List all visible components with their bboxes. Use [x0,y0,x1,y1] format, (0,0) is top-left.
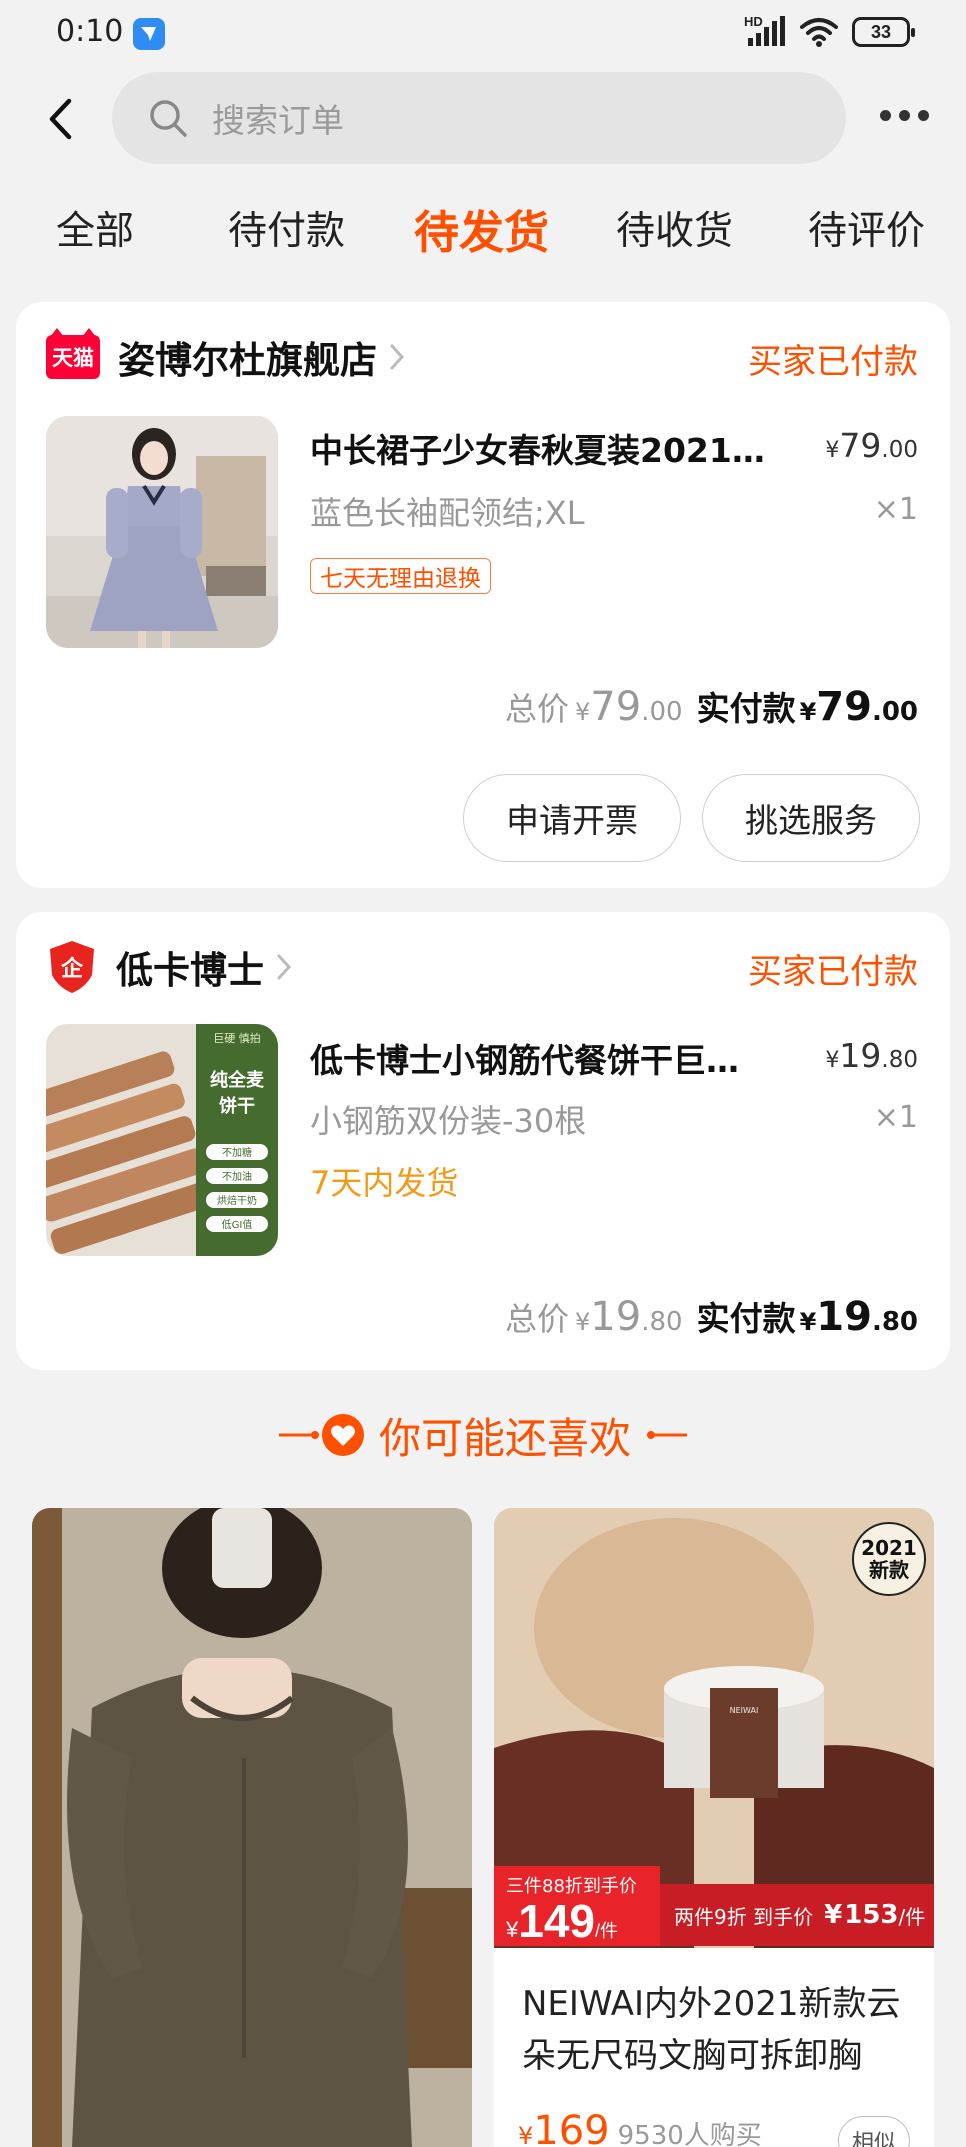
arrow-decoration-icon [647,1431,687,1439]
promo-main-price: 三件88折到手价 ¥149/件 [494,1866,660,1947]
recommend-product-price: ¥169 9530人购买 [518,2108,762,2147]
more-options-button[interactable] [880,110,929,121]
more-dot-icon [880,110,891,121]
recommend-product-name: NEIWAI内外2021新款云朵无尺码文胸可拆卸胸 [522,1984,901,2076]
recommend-header: 你可能还喜欢 [0,1400,966,1470]
search-icon [150,100,187,137]
svg-text:NEIWAI: NEIWAI [730,1706,759,1715]
paid-label: 实付款 [696,689,796,728]
status-time: 0:10 [56,14,124,49]
chevron-left-icon [49,98,72,140]
product-thumbnail[interactable]: 巨硬 慎拍 纯全麦 饼干 不加糖 不加油 烘焙干奶 低GI值 [46,1024,278,1256]
return-policy-tag: 七天无理由退换 [310,558,491,594]
svg-text:低GI值: 低GI值 [222,1218,253,1231]
svg-text:不加油: 不加油 [222,1170,252,1183]
promo-price-bar: 三件88折到手价 ¥149/件 两件9折 到手价 ¥153/件 [494,1866,934,1947]
shop-link[interactable]: 企 低卡博士 [46,941,292,993]
status-indicators: HD 33 [744,14,915,48]
heart-icon [321,1414,364,1456]
paid-value: ¥79.00 [799,684,918,730]
shipping-note: 7天内发货 [310,1164,459,1202]
shop-name: 姿博尔杜旗舰店 [118,339,377,382]
select-service-button[interactable]: 挑选服务 [702,774,920,862]
order-total: 总价 ¥79.00 实付款 ¥79.00 [505,682,918,730]
shop-link[interactable]: 天猫 姿博尔杜旗舰店 [46,328,405,382]
svg-text:饼干: 饼干 [219,1095,255,1117]
product-price: ¥79.00 [825,426,918,465]
tab-pending-review[interactable]: 待评价 [808,200,925,256]
product-price: ¥19.80 [825,1036,918,1075]
product-sku: 小钢筋双份装-30根 [310,1102,587,1140]
wifi-icon [800,18,838,47]
product-title[interactable]: 中长裙子少女春秋夏装2021… [310,424,790,472]
product-thumbnail[interactable] [46,416,278,648]
product-quantity: ×1 [873,1100,918,1135]
recommend-title: 你可能还喜欢 [378,1413,631,1463]
status-bar: 0:10 HD 33 [0,0,966,70]
order-total: 总价 ¥19.80 实付款 ¥19.80 [505,1292,918,1340]
battery-icon: 33 [852,17,915,47]
tab-pending-shipment[interactable]: 待发货 [414,196,549,261]
svg-text:不加糖: 不加糖 [222,1146,252,1159]
total-label: 总价 [505,1300,570,1338]
header: 搜索订单 [0,70,966,168]
promo-secondary-price: 两件9折 到手价 ¥153/件 [660,1884,934,1946]
chevron-right-icon [277,954,292,980]
total-label: 总价 [505,690,570,728]
cellular-signal-icon: HD [744,14,786,48]
total-value: ¥79.00 [575,684,683,730]
order-card: 天猫 姿博尔杜旗舰店 买家已付款 中长裙子少女春秋夏装2021… ¥79.00 … [16,302,950,888]
tab-pending-receipt[interactable]: 待收货 [616,200,733,256]
svg-text:巨硬 慎拍: 巨硬 慎拍 [213,1031,261,1045]
order-status: 买家已付款 [748,952,918,992]
recommend-item[interactable]: NEIWAI 2021 新款 三件88折到手价 ¥149/件 两件9折 到手价 … [494,1508,934,2147]
svg-text:纯全麦: 纯全麦 [210,1069,265,1091]
paid-value: ¥19.80 [799,1294,918,1340]
more-dot-icon [918,110,929,121]
tmall-logo-icon: 天猫 [46,328,100,379]
shop-name: 低卡博士 [116,949,264,992]
tab-pending-payment[interactable]: 待付款 [228,200,345,256]
chevron-right-icon [390,344,405,370]
product-quantity: ×1 [873,492,918,527]
order-card: 企 低卡博士 买家已付款 巨硬 慎拍 纯全麦 饼干 不加糖 不加油 烘焙干奶 低… [16,912,950,1370]
search-placeholder: 搜索订单 [212,101,344,140]
new-arrival-badge: 2021 新款 [852,1522,926,1596]
back-button[interactable] [40,94,80,144]
product-sku: 蓝色长袖配领结;XL [310,494,585,532]
svg-text:企: 企 [60,956,84,982]
paid-label: 实付款 [696,1299,796,1338]
total-value: ¥19.80 [575,1294,683,1340]
request-invoice-button[interactable]: 申请开票 [463,774,681,862]
product-image [32,1508,472,2147]
order-tabs: 全部 待付款 待发货 待收货 待评价 [0,200,966,270]
tab-all[interactable]: 全部 [56,200,134,256]
enterprise-shop-logo-icon: 企 [50,941,94,993]
svg-text:烘焙干奶: 烘焙干奶 [217,1194,257,1207]
product-title[interactable]: 低卡博士小钢筋代餐饼干巨… [310,1034,790,1082]
more-dot-icon [899,110,910,121]
order-status: 买家已付款 [748,342,918,382]
arrow-decoration-icon [278,1431,319,1439]
search-input[interactable]: 搜索订单 [112,72,846,164]
find-similar-button[interactable]: 相似 [838,2116,910,2147]
notification-app-icon [133,18,165,50]
recommend-item[interactable] [32,1508,472,2147]
